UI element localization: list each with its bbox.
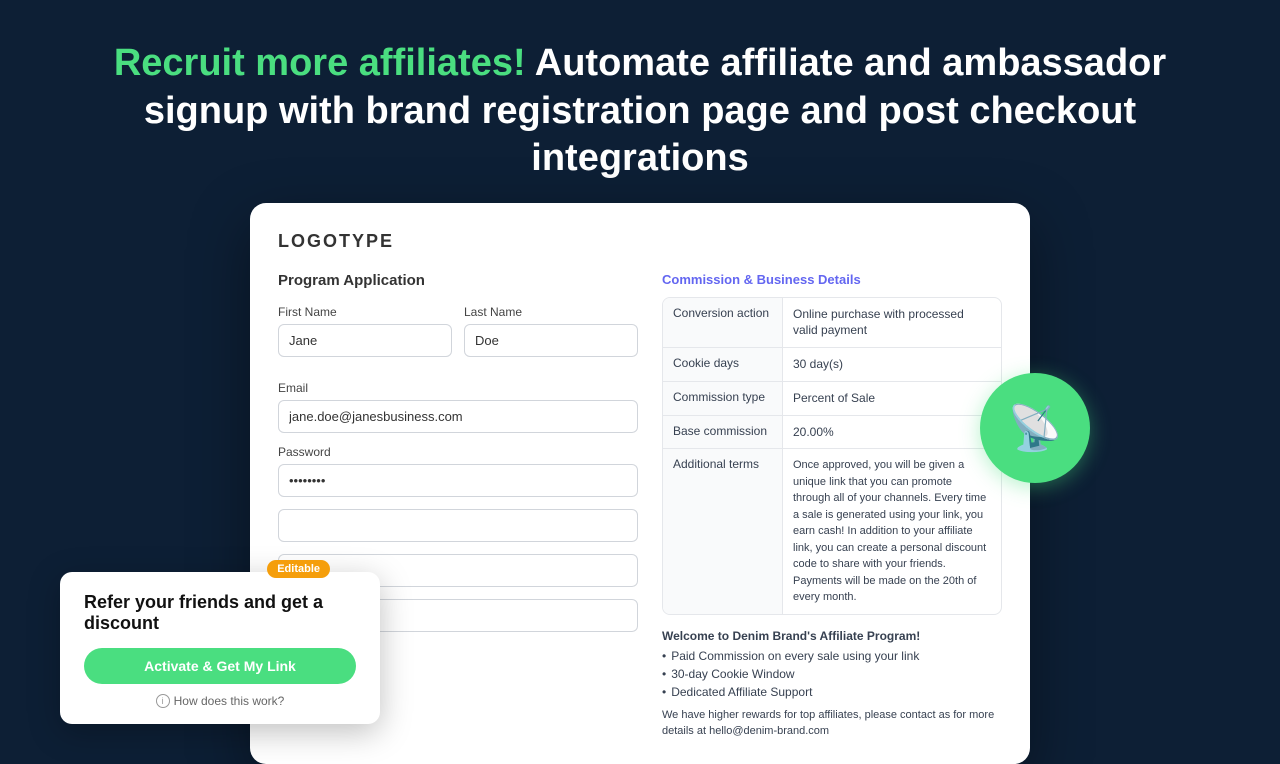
how-it-works-link[interactable]: i How does this work? xyxy=(84,694,356,708)
hero-title: Recruit more affiliates! Automate affili… xyxy=(60,40,1220,183)
welcome-list: Paid Commission on every sale using your… xyxy=(662,649,1002,699)
hero-section: Recruit more affiliates! Automate affili… xyxy=(0,0,1280,203)
how-it-works-label: How does this work? xyxy=(174,694,285,708)
commission-row-additional: Additional terms Once approved, you will… xyxy=(663,449,1001,614)
password-group: Password xyxy=(278,445,638,497)
card-inner: Program Application First Name Last Name… xyxy=(278,272,1002,740)
name-row: First Name Last Name xyxy=(278,305,638,369)
extra-field-1-input[interactable] xyxy=(278,509,638,542)
form-title: Program Application xyxy=(278,272,638,289)
referral-popup: Editable Refer your friends and get a di… xyxy=(60,572,380,724)
email-input[interactable] xyxy=(278,400,638,433)
extra-field-1-group xyxy=(278,509,638,542)
commission-title: Commission & Business Details xyxy=(662,272,1002,287)
conversion-label: Conversion action xyxy=(663,298,783,348)
password-label: Password xyxy=(278,445,638,459)
last-name-group: Last Name xyxy=(464,305,638,357)
brand-icon-circle: 📡 xyxy=(980,373,1090,483)
commission-type-value: Percent of Sale xyxy=(783,382,885,415)
welcome-contact: We have higher rewards for top affiliate… xyxy=(662,707,1002,740)
commission-row-base: Base commission 20.00% xyxy=(663,416,1001,450)
last-name-input[interactable] xyxy=(464,324,638,357)
conversion-value: Online purchase with processed valid pay… xyxy=(783,298,1001,348)
logotype: LOGOTYPE xyxy=(278,231,1002,252)
base-commission-label: Base commission xyxy=(663,416,783,449)
commission-row-type: Commission type Percent of Sale xyxy=(663,382,1001,416)
cookie-value: 30 day(s) xyxy=(783,348,853,381)
commission-row-conversion: Conversion action Online purchase with p… xyxy=(663,298,1001,349)
email-group: Email xyxy=(278,381,638,433)
commission-section: Commission & Business Details Conversion… xyxy=(662,272,1002,740)
welcome-title: Welcome to Denim Brand's Affiliate Progr… xyxy=(662,629,1002,643)
editable-badge: Editable xyxy=(267,560,330,578)
welcome-item-1: Paid Commission on every sale using your… xyxy=(662,649,1002,663)
first-name-group: First Name xyxy=(278,305,452,357)
additional-terms-label: Additional terms xyxy=(663,449,783,614)
hero-title-highlight: Recruit more affiliates! xyxy=(114,42,526,84)
activate-get-link-button[interactable]: Activate & Get My Link xyxy=(84,648,356,684)
first-name-input[interactable] xyxy=(278,324,452,357)
commission-row-cookie: Cookie days 30 day(s) xyxy=(663,348,1001,382)
commission-type-label: Commission type xyxy=(663,382,783,415)
welcome-section: Welcome to Denim Brand's Affiliate Progr… xyxy=(662,629,1002,740)
main-card-area: 📡 LOGOTYPE Program Application First Nam… xyxy=(0,203,1280,764)
additional-terms-value: Once approved, you will be given a uniqu… xyxy=(783,449,1001,614)
welcome-item-3: Dedicated Affiliate Support xyxy=(662,685,1002,699)
info-icon: i xyxy=(156,694,170,708)
email-label: Email xyxy=(278,381,638,395)
cookie-label: Cookie days xyxy=(663,348,783,381)
referral-text: Refer your friends and get a discount xyxy=(84,592,356,634)
commission-table: Conversion action Online purchase with p… xyxy=(662,297,1002,615)
last-name-label: Last Name xyxy=(464,305,638,319)
radar-icon: 📡 xyxy=(1008,402,1063,454)
welcome-item-2: 30-day Cookie Window xyxy=(662,667,1002,681)
first-name-label: First Name xyxy=(278,305,452,319)
password-input[interactable] xyxy=(278,464,638,497)
base-commission-value: 20.00% xyxy=(783,416,844,449)
